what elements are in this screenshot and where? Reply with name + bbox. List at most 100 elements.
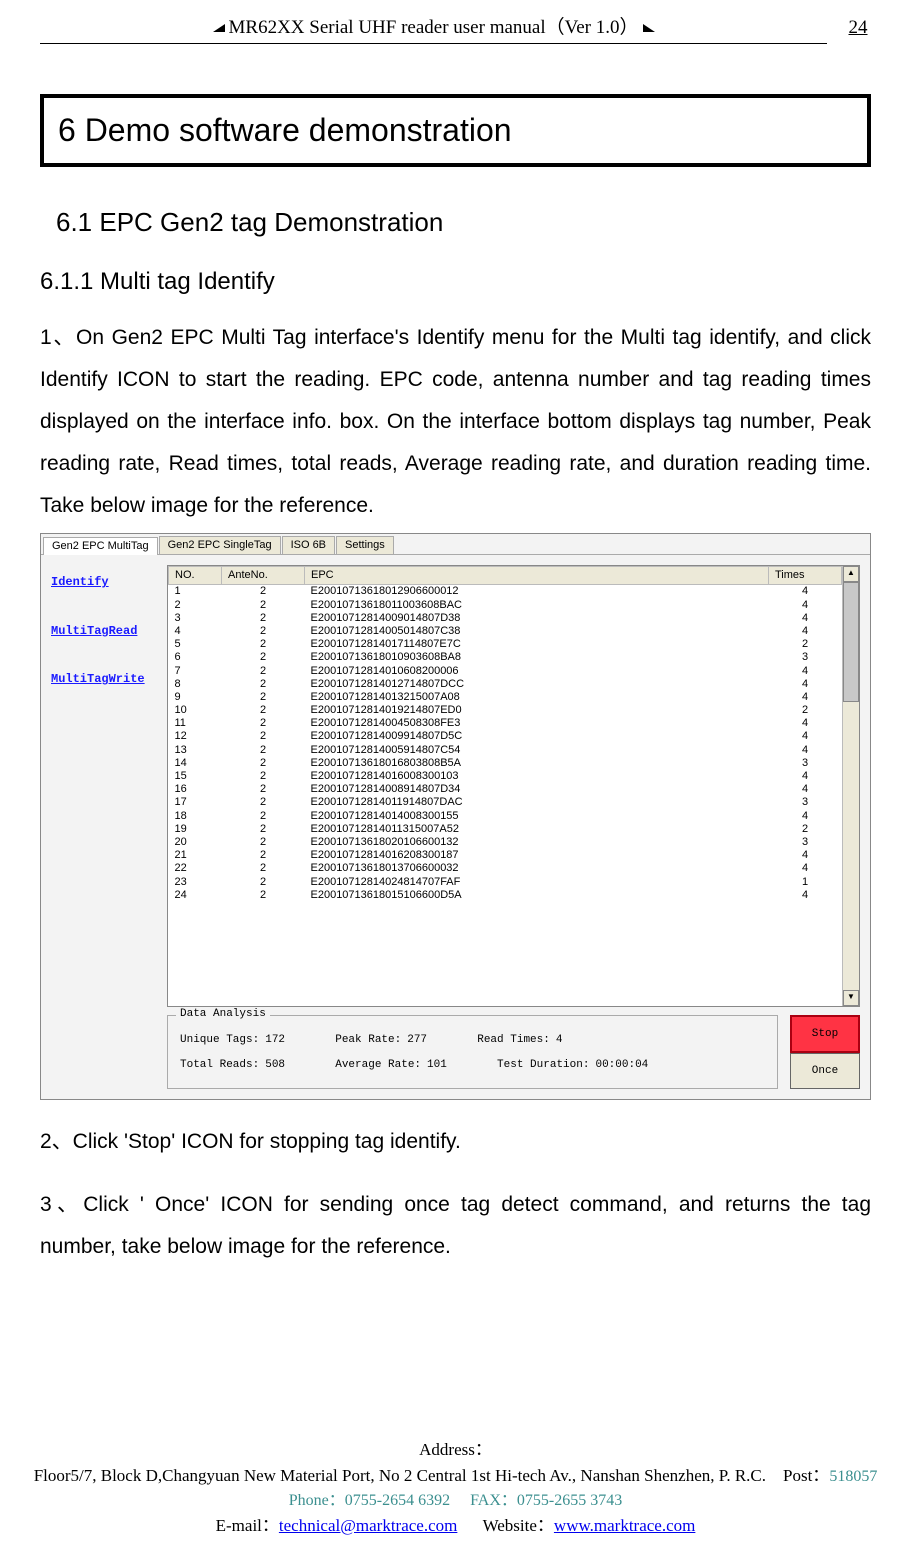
cell-epc: E20010712814009914807D5C: [305, 730, 769, 743]
scrollbar-up-icon[interactable]: ▲: [843, 566, 859, 582]
multitag-read-link[interactable]: MultiTagRead: [51, 624, 167, 638]
cell-ante: 2: [222, 889, 305, 902]
cell-epc: E20010712814008914807D34: [305, 783, 769, 796]
paragraph-3: 3、Click ' Once' ICON for sending once ta…: [40, 1184, 871, 1268]
cell-times: 4: [769, 625, 842, 638]
scrollbar-down-icon[interactable]: ▼: [843, 990, 859, 1006]
cell-epc: E20010713618015106600D5A: [305, 889, 769, 902]
cell-ante: 2: [222, 770, 305, 783]
table-row[interactable]: 162E20010712814008914807D344: [169, 783, 842, 796]
table-row[interactable]: 102E20010712814019214807ED02: [169, 704, 842, 717]
table-row[interactable]: 72E200107128140106082000064: [169, 665, 842, 678]
multitag-write-link[interactable]: MultiTagWrite: [51, 672, 167, 686]
header-title: MR62XX Serial UHF reader user manual（Ver…: [229, 12, 639, 39]
footer-address: Floor5/7, Block D,Changyuan New Material…: [34, 1466, 766, 1485]
table-row[interactable]: 132E20010712814005914807C544: [169, 744, 842, 757]
cell-epc: E20010712814009014807D38: [305, 612, 769, 625]
table-row[interactable]: 62E20010713618010903608BA83: [169, 651, 842, 664]
table-row[interactable]: 232E20010712814024814707FAF1: [169, 876, 842, 889]
cell-times: 4: [769, 744, 842, 757]
table-row[interactable]: 52E20010712814017114807E7C2: [169, 638, 842, 651]
table-row[interactable]: 122E20010712814009914807D5C4: [169, 730, 842, 743]
test-duration-value: 00:00:04: [595, 1059, 648, 1072]
cell-ante: 2: [222, 757, 305, 770]
cell-no: 14: [169, 757, 222, 770]
footer-email-link[interactable]: technical@marktrace.com: [279, 1516, 457, 1535]
right-arrow-icon: [643, 24, 655, 32]
stop-button[interactable]: Stop: [790, 1015, 860, 1053]
identify-link[interactable]: Identify: [51, 575, 167, 589]
tab-gen2-multitag[interactable]: Gen2 EPC MultiTag: [43, 537, 158, 555]
col-header-epc[interactable]: EPC: [305, 567, 769, 585]
cell-ante: 2: [222, 585, 305, 599]
table-row[interactable]: 32E20010712814009014807D384: [169, 612, 842, 625]
paragraph-1: 1、On Gen2 EPC Multi Tag interface's Iden…: [40, 317, 871, 527]
table-row[interactable]: 92E20010712814013215007A084: [169, 691, 842, 704]
table-row[interactable]: 202E200107136180201066001323: [169, 836, 842, 849]
cell-ante: 2: [222, 665, 305, 678]
section-6-title: 6 Demo software demonstration: [40, 94, 871, 167]
cell-times: 3: [769, 836, 842, 849]
tab-settings[interactable]: Settings: [336, 536, 394, 554]
cell-no: 16: [169, 783, 222, 796]
section-6-1-title: 6.1 EPC Gen2 tag Demonstration: [56, 207, 871, 238]
cell-times: 4: [769, 678, 842, 691]
table-row[interactable]: 42E20010712814005014807C384: [169, 625, 842, 638]
footer-website-link[interactable]: www.marktrace.com: [554, 1516, 695, 1535]
cell-ante: 2: [222, 625, 305, 638]
cell-times: 4: [769, 849, 842, 862]
table-row[interactable]: 172E20010712814011914807DAC3: [169, 796, 842, 809]
cell-epc: E20010712814014008300155: [305, 810, 769, 823]
cell-times: 4: [769, 770, 842, 783]
cell-ante: 2: [222, 730, 305, 743]
cell-no: 6: [169, 651, 222, 664]
cell-ante: 2: [222, 599, 305, 612]
table-row[interactable]: 222E200107136180137066000324: [169, 862, 842, 875]
cell-times: 4: [769, 783, 842, 796]
cell-ante: 2: [222, 651, 305, 664]
cell-no: 9: [169, 691, 222, 704]
table-row[interactable]: 212E200107128140162083001874: [169, 849, 842, 862]
cell-ante: 2: [222, 796, 305, 809]
cell-epc: E20010712814016008300103: [305, 770, 769, 783]
table-row[interactable]: 82E20010712814012714807DCC4: [169, 678, 842, 691]
cell-times: 3: [769, 796, 842, 809]
total-reads-label: Total Reads:: [180, 1059, 259, 1072]
cell-epc: E20010713618012906600012: [305, 585, 769, 599]
cell-ante: 2: [222, 638, 305, 651]
cell-no: 8: [169, 678, 222, 691]
table-row[interactable]: 192E20010712814011315007A522: [169, 823, 842, 836]
cell-no: 3: [169, 612, 222, 625]
table-row[interactable]: 112E20010712814004508308FE34: [169, 717, 842, 730]
cell-epc: E20010712814011315007A52: [305, 823, 769, 836]
cell-epc: E20010713618020106600132: [305, 836, 769, 849]
cell-ante: 2: [222, 849, 305, 862]
footer-email-label: E-mail：: [216, 1516, 279, 1535]
table-row[interactable]: 22E20010713618011003608BAC4: [169, 599, 842, 612]
test-duration-label: Test Duration:: [497, 1059, 589, 1072]
tab-iso-6b[interactable]: ISO 6B: [282, 536, 335, 554]
cell-ante: 2: [222, 783, 305, 796]
table-row[interactable]: 12E200107136180129066000124: [169, 585, 842, 599]
cell-no: 10: [169, 704, 222, 717]
cell-epc: E20010712814005914807C54: [305, 744, 769, 757]
tag-table-container: NO. AnteNo. EPC Times 12E200107136180129…: [167, 565, 860, 1007]
unique-tags-label: Unique Tags:: [180, 1034, 259, 1047]
col-header-no[interactable]: NO.: [169, 567, 222, 585]
cell-times: 2: [769, 823, 842, 836]
tab-gen2-singletag[interactable]: Gen2 EPC SingleTag: [159, 536, 281, 554]
scrollbar-thumb[interactable]: [843, 582, 859, 702]
cell-no: 19: [169, 823, 222, 836]
cell-times: 4: [769, 691, 842, 704]
table-row[interactable]: 152E200107128140160083001034: [169, 770, 842, 783]
col-header-ante[interactable]: AnteNo.: [222, 567, 305, 585]
table-row[interactable]: 142E20010713618016803808B5A3: [169, 757, 842, 770]
cell-ante: 2: [222, 717, 305, 730]
once-button[interactable]: Once: [790, 1053, 860, 1089]
table-scrollbar[interactable]: ▲ ▼: [842, 566, 859, 1006]
col-header-times[interactable]: Times: [769, 567, 842, 585]
table-row[interactable]: 242E20010713618015106600D5A4: [169, 889, 842, 902]
cell-no: 1: [169, 585, 222, 599]
cell-times: 4: [769, 730, 842, 743]
table-row[interactable]: 182E200107128140140083001554: [169, 810, 842, 823]
